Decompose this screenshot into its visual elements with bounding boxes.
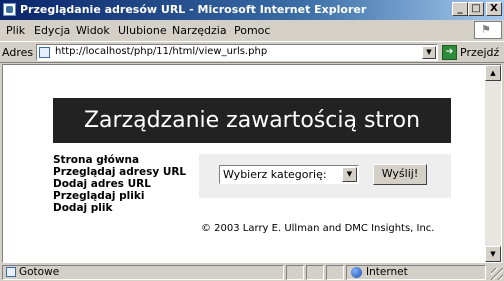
status-bar: Gotowe Internet xyxy=(0,264,504,281)
status-panel-3 xyxy=(326,265,344,280)
vertical-scrollbar[interactable]: ▲ ▼ xyxy=(485,65,501,262)
windows-logo-throbber: ⚑ xyxy=(474,21,502,39)
status-text-cell: Gotowe xyxy=(2,265,284,280)
address-dropdown-button[interactable]: ▼ xyxy=(422,46,436,59)
site-header: Zarządzanie zawartością stron xyxy=(53,98,451,143)
menu-file[interactable]: Plik xyxy=(6,24,25,37)
category-form: Wybierz kategorię: ▼ Wyślij! xyxy=(199,154,451,198)
maximize-button[interactable]: □ xyxy=(468,2,484,16)
scroll-down-icon[interactable]: ▼ xyxy=(485,246,501,262)
go-button[interactable]: Przejdź xyxy=(460,46,499,59)
chevron-down-icon[interactable]: ▼ xyxy=(342,167,357,182)
address-bar: Adres http://localhost/php/11/html/view_… xyxy=(0,41,504,63)
menu-edit[interactable]: Edycja xyxy=(34,24,70,37)
nav-link-add-url[interactable]: Dodaj adres URL xyxy=(53,178,186,190)
category-select[interactable]: Wybierz kategorię: ▼ xyxy=(219,165,359,184)
page-viewport: Zarządzanie zawartością stron Strona głó… xyxy=(2,64,502,263)
nav-link-add-file[interactable]: Dodaj plik xyxy=(53,202,186,214)
ie-app-icon xyxy=(3,3,16,16)
nav-link-view-files[interactable]: Przeglądaj pliki xyxy=(53,190,186,202)
window-title: Przeglądanie adresów URL - Microsoft Int… xyxy=(20,3,367,16)
page-icon xyxy=(39,47,50,58)
menu-view[interactable]: Widok xyxy=(76,24,110,37)
menu-favorites[interactable]: Ulubione xyxy=(118,24,167,37)
zone-text: Internet xyxy=(366,266,408,278)
copyright-footer: © 2003 Larry E. Ullman and DMC Insights,… xyxy=(201,223,435,234)
address-label: Adres xyxy=(2,46,34,59)
title-bar: Przeglądanie adresów URL - Microsoft Int… xyxy=(0,0,504,20)
status-text: Gotowe xyxy=(19,266,60,278)
page-status-icon xyxy=(6,267,16,277)
address-input[interactable]: http://localhost/php/11/html/view_urls.p… xyxy=(36,44,438,61)
security-zone-cell: Internet xyxy=(346,265,486,280)
menu-help[interactable]: Pomoc xyxy=(234,24,270,37)
menu-tools[interactable]: Narzędzia xyxy=(172,24,227,37)
menu-bar: Plik Edycja Widok Ulubione Narzędzia Pom… xyxy=(0,21,504,40)
minimize-button[interactable]: _ xyxy=(452,2,468,16)
site-nav: Strona główna Przeglądaj adresy URL Doda… xyxy=(53,154,186,214)
globe-icon xyxy=(351,267,362,278)
submit-button[interactable]: Wyślij! xyxy=(373,164,427,185)
nav-link-view-urls[interactable]: Przeglądaj adresy URL xyxy=(53,166,186,178)
resize-grip-icon[interactable] xyxy=(491,268,503,280)
windows-flag-icon: ⚑ xyxy=(481,23,491,36)
status-panel-1 xyxy=(286,265,304,280)
category-select-value: Wybierz kategorię: xyxy=(223,168,327,181)
go-arrow-icon[interactable]: ➔ xyxy=(442,45,457,60)
scroll-up-icon[interactable]: ▲ xyxy=(485,65,501,81)
status-panel-2 xyxy=(306,265,324,280)
address-url[interactable]: http://localhost/php/11/html/view_urls.p… xyxy=(55,46,267,57)
close-button[interactable]: X xyxy=(486,2,502,16)
nav-link-home[interactable]: Strona główna xyxy=(53,154,186,166)
